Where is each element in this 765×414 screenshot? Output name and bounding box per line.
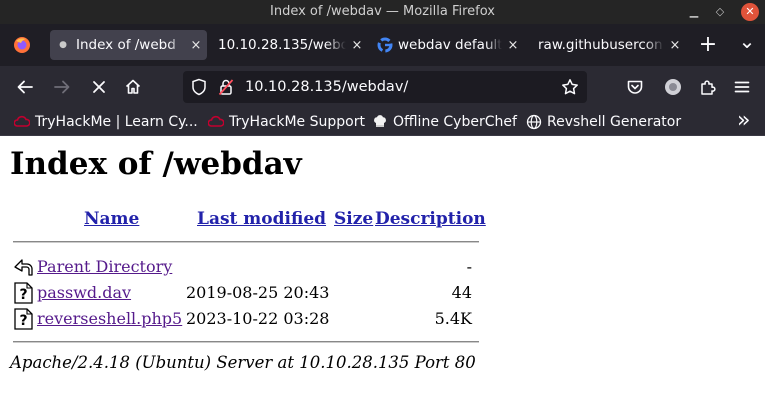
google-icon (372, 37, 398, 53)
navigation-toolbar: 10.10.28.135/webdav/ (0, 66, 765, 108)
tryhackme-icon (14, 115, 30, 129)
globe-icon (526, 114, 542, 130)
bookmarks-overflow-button[interactable]: » (737, 108, 750, 136)
bookmark-tryhackme-support[interactable]: TryHackMe Support (208, 108, 365, 136)
extension-button[interactable] (660, 74, 686, 100)
loading-dot-icon: ● (59, 40, 67, 50)
bookmark-revshell-generator[interactable]: Revshell Generator (526, 108, 681, 136)
bookmark-offline-cyberchef[interactable]: Offline CyberChef (372, 108, 517, 136)
firefox-view-icon[interactable] (12, 35, 32, 55)
minimize-icon[interactable]: ▁ (689, 0, 699, 24)
row-size: 44 (451, 283, 472, 302)
tracking-protection-shield-icon[interactable] (191, 78, 207, 100)
svg-text:?: ? (19, 287, 27, 303)
tab-title: webdav default (398, 37, 502, 53)
bookmark-label: Revshell Generator (547, 114, 682, 130)
page-content: Index of /webdav Name Last modified Size… (0, 137, 765, 414)
back-button[interactable] (12, 74, 38, 100)
home-button[interactable] (120, 74, 146, 100)
parent-directory-link[interactable]: Parent Directory (37, 257, 172, 276)
column-header-name[interactable]: Name (84, 209, 139, 229)
bookmark-tryhackme-learn[interactable]: TryHackMe | Learn Cy... (14, 108, 198, 136)
back-arrow-icon (13, 256, 34, 278)
hamburger-menu-icon (734, 81, 750, 93)
table-row: ? passwd.dav 2019-08-25 20:43 44 (13, 281, 483, 305)
puzzle-icon (701, 80, 716, 95)
tab-title: raw.githubusercon (538, 37, 663, 53)
tab-index-webdav[interactable]: ● Index of /webd × (50, 30, 207, 60)
tab-close-icon[interactable]: × (346, 38, 368, 53)
pocket-button[interactable] (622, 74, 648, 100)
table-row: ? reverseshell.php5 2023-10-22 03:28 5.4… (13, 307, 483, 331)
url-text[interactable]: 10.10.28.135/webdav/ (245, 71, 408, 103)
pocket-icon (627, 80, 643, 94)
tab-webdav-default[interactable]: webdav default × (372, 30, 524, 60)
file-link-passwd-dav[interactable]: passwd.dav (37, 283, 131, 302)
unknown-file-icon: ? (13, 308, 34, 330)
tab-strip: ● Index of /webd × 10.10.28.135/webd × w… (0, 24, 765, 66)
tab-close-icon[interactable]: × (502, 38, 524, 53)
arrow-left-icon (17, 80, 33, 94)
bookmark-label: TryHackMe Support (229, 114, 365, 130)
column-header-size[interactable]: Size (334, 209, 373, 229)
stop-icon (93, 81, 105, 93)
tab-title: Index of /webd (76, 37, 176, 53)
url-bar[interactable]: 10.10.28.135/webdav/ (183, 71, 587, 103)
close-window-button[interactable]: ✕ (741, 3, 759, 21)
arrow-right-icon (54, 80, 70, 94)
server-signature: Apache/2.4.18 (Ubuntu) Server at 10.10.2… (10, 353, 476, 372)
window-titlebar: Index of /webdav — Mozilla Firefox ▁ ◇ ✕ (0, 0, 765, 24)
row-size: - (466, 257, 472, 276)
column-header-description[interactable]: Description (375, 209, 486, 229)
header-divider (13, 241, 479, 243)
extensions-menu-button[interactable] (695, 74, 721, 100)
table-row: Parent Directory - (13, 255, 483, 279)
footer-divider (13, 341, 479, 343)
bookmarks-toolbar: TryHackMe | Learn Cy... TryHackMe Suppor… (0, 108, 765, 136)
row-last-modified: 2023-10-22 03:28 (186, 309, 330, 328)
tab-close-icon[interactable]: × (664, 38, 686, 53)
tab-title: 10.10.28.135/webd (218, 37, 346, 53)
forward-button[interactable] (49, 74, 75, 100)
chef-hat-icon (372, 114, 388, 130)
home-icon (125, 79, 141, 94)
page-title: Index of /webdav (10, 146, 302, 182)
bookmark-label: TryHackMe | Learn Cy... (35, 114, 198, 130)
tryhackme-icon (208, 115, 224, 129)
bookmark-label: Offline CyberChef (393, 114, 517, 130)
new-tab-button[interactable]: + (696, 30, 720, 60)
bookmark-star-icon[interactable] (561, 78, 579, 100)
list-all-tabs-button[interactable]: ⌄ (736, 28, 758, 58)
maximize-icon[interactable]: ◇ (715, 0, 725, 24)
row-last-modified: 2019-08-25 20:43 (186, 283, 330, 302)
extension-round-icon (665, 79, 681, 95)
stop-loading-button[interactable] (86, 74, 112, 100)
app-menu-button[interactable] (729, 74, 755, 100)
file-link-reverseshell-php5[interactable]: reverseshell.php5 (37, 309, 182, 328)
tab-raw-github[interactable]: raw.githubusercon × (530, 30, 686, 60)
svg-text:?: ? (19, 313, 27, 329)
tab-close-icon[interactable]: × (185, 38, 207, 53)
insecure-lock-icon[interactable] (218, 78, 234, 100)
window-title: Index of /webdav — Mozilla Firefox (270, 4, 495, 19)
tab-webdav-url[interactable]: 10.10.28.135/webd × (210, 30, 368, 60)
column-header-last-modified[interactable]: Last modified (197, 209, 326, 229)
unknown-file-icon: ? (13, 282, 34, 304)
row-size: 5.4K (434, 309, 472, 328)
